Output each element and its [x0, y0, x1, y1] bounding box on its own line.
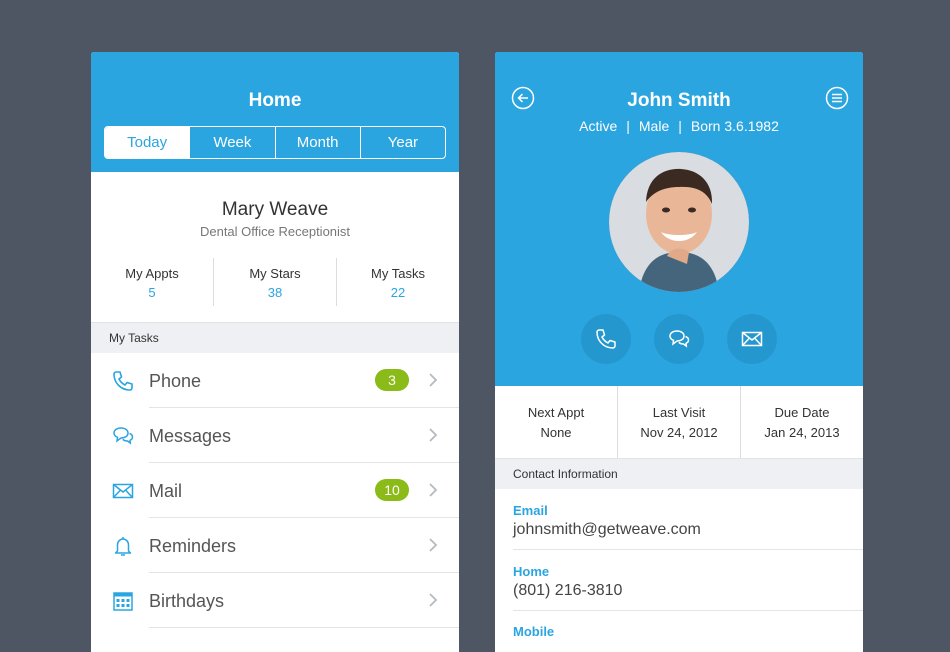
separator: | [678, 118, 682, 134]
contact-information-section-header: Contact Information [495, 458, 863, 489]
calendar-icon [113, 592, 133, 611]
info-label: Next Appt [527, 405, 585, 420]
task-item-birthdays[interactable]: Birthdays [91, 573, 459, 628]
avatar [609, 152, 749, 292]
contact-email[interactable]: Email johnsmith@getweave.com [495, 489, 863, 550]
contact-actions [495, 314, 863, 364]
count-badge: 10 [375, 479, 409, 501]
last-visit: Last Visit Nov 24, 2012 [617, 386, 740, 458]
info-value: Jan 24, 2013 [764, 425, 840, 440]
info-label: Last Visit [652, 405, 706, 420]
contact-label: Home [513, 564, 550, 579]
task-label: Messages [149, 426, 232, 446]
task-list: Phone 3 Messages Mail 10 Reminders Birth [91, 353, 459, 628]
phone-icon [113, 371, 133, 391]
mail-icon [741, 331, 763, 347]
section-title: Contact Information [513, 467, 618, 481]
section-title: My Tasks [109, 331, 159, 345]
stat-stars[interactable]: My Stars 38 [213, 258, 336, 306]
patient-profile-screen: John Smith Active | Male | Born 3.6.1982 [495, 52, 863, 652]
chevron-right-icon [429, 593, 438, 607]
messages-icon [669, 330, 690, 348]
home-screen: Home Today Week Month Year Mary Weave De… [91, 52, 459, 652]
phone-icon [596, 329, 616, 349]
message-button[interactable] [654, 314, 704, 364]
period-segmented-control: Today Week Month Year [104, 126, 446, 159]
tab-month[interactable]: Month [274, 127, 360, 158]
bell-icon [114, 537, 132, 556]
stat-appts[interactable]: My Appts 5 [91, 258, 213, 306]
task-item-mail[interactable]: Mail 10 [91, 463, 459, 518]
info-label: Due Date [774, 405, 830, 420]
profile-header: John Smith Active | Male | Born 3.6.1982 [495, 52, 863, 386]
patient-born: Born 3.6.1982 [690, 118, 779, 134]
mail-icon [112, 483, 134, 499]
person-photo-icon [609, 152, 749, 292]
task-label: Mail [149, 481, 183, 501]
task-item-phone[interactable]: Phone 3 [91, 353, 459, 408]
separator: | [626, 118, 630, 134]
chevron-right-icon [429, 483, 438, 497]
divider [149, 627, 459, 628]
stat-value: 38 [267, 285, 283, 300]
patient-meta: Active | Male | Born 3.6.1982 [495, 118, 863, 134]
tab-year[interactable]: Year [359, 127, 445, 158]
stat-value: 5 [148, 285, 156, 300]
tab-week[interactable]: Week [189, 127, 274, 158]
contact-value: johnsmith@getweave.com [513, 521, 701, 538]
patient-status: Active [579, 118, 618, 134]
profile-role: Dental Office Receptionist [199, 224, 351, 239]
email-button[interactable] [727, 314, 777, 364]
contact-label: Email [513, 503, 548, 518]
stat-label: My Tasks [371, 266, 425, 281]
tab-today[interactable]: Today [105, 127, 190, 158]
next-appt: Next Appt None [495, 386, 617, 458]
my-tasks-section-header: My Tasks [91, 322, 459, 353]
task-label: Phone [149, 371, 202, 391]
page-title: Home [248, 90, 302, 111]
call-button[interactable] [581, 314, 631, 364]
visit-info-row: Next Appt None Last Visit Nov 24, 2012 D… [495, 386, 863, 458]
stat-tasks[interactable]: My Tasks 22 [336, 258, 459, 306]
chevron-right-icon [429, 428, 438, 442]
profile-name: Mary Weave [221, 199, 329, 220]
count-badge: 3 [375, 369, 409, 391]
info-value: None [540, 425, 572, 440]
chevron-right-icon [429, 373, 438, 387]
contact-label: Mobile [513, 624, 555, 639]
info-value: Nov 24, 2012 [640, 425, 718, 440]
chevron-right-icon [429, 538, 438, 552]
patient-gender: Male [638, 118, 670, 134]
task-item-messages[interactable]: Messages [91, 408, 459, 463]
contact-mobile[interactable]: Mobile [495, 610, 863, 652]
contact-value: (801) 216-3810 [513, 582, 623, 599]
patient-name: John Smith [627, 90, 731, 111]
task-label: Reminders [149, 536, 237, 556]
due-date: Due Date Jan 24, 2013 [740, 386, 863, 458]
home-header: Home Today Week Month Year [91, 52, 459, 172]
stat-label: My Appts [125, 266, 179, 281]
task-item-reminders[interactable]: Reminders [91, 518, 459, 573]
task-label: Birthdays [149, 591, 225, 611]
messages-icon [113, 427, 134, 445]
stat-label: My Stars [249, 266, 301, 281]
stat-value: 22 [390, 285, 406, 300]
stats-row: My Appts 5 My Stars 38 My Tasks 22 [91, 258, 459, 306]
contact-home[interactable]: Home (801) 216-3810 [495, 550, 863, 611]
